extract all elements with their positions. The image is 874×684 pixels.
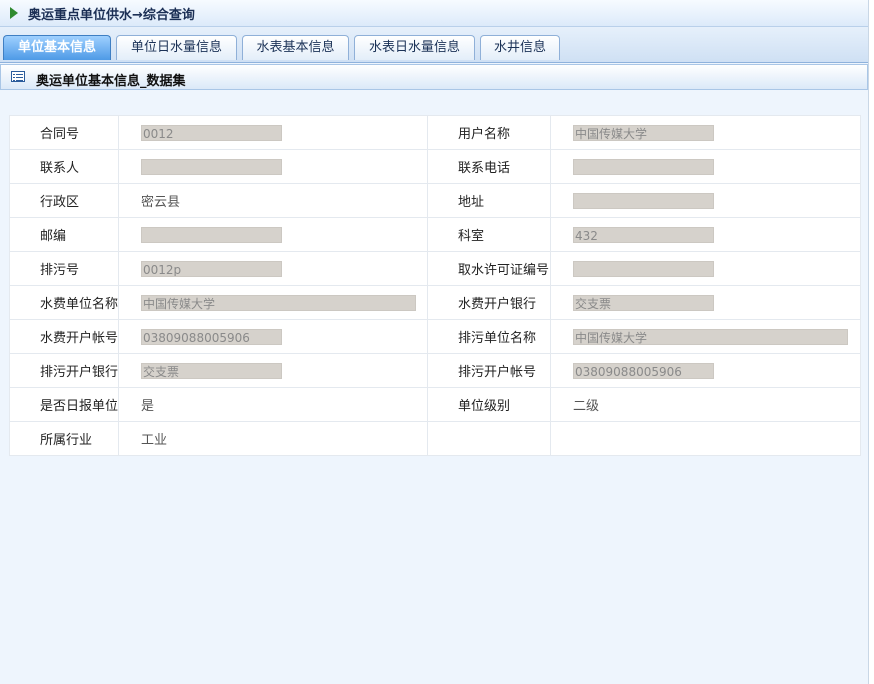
table-row: 排污号 0012p 取水许可证编号 [9,251,861,286]
sewage-bank-field[interactable]: 交支票 [141,362,282,379]
title-bar: 奥运重点单位供水→综合查询 [0,0,868,27]
table-row: 水费单位名称 中国传媒大学 水费开户银行 交支票 [9,285,861,320]
field-label: 水费单位名称 [9,285,119,320]
list-icon [11,71,25,82]
info-table: 合同号 0012 用户名称 中国传媒大学 联系人 联系电话 行政区 密云县 地址… [9,115,861,456]
field-label: 排污开户帐号 [427,353,551,388]
table-row: 排污开户银行 交支票 排污开户帐号 03809088005906 [9,353,861,388]
field-label: 地址 [427,183,551,218]
water-permit-field[interactable] [573,260,714,277]
table-row: 是否日报单位 是 单位级别 二级 [9,387,861,422]
field-label: 单位级别 [427,387,551,422]
tab-unit-daily-water[interactable]: 单位日水量信息 [116,35,237,60]
table-row: 行政区 密云县 地址 [9,183,861,218]
table-row: 合同号 0012 用户名称 中国传媒大学 [9,115,861,150]
industry-value: 工业 [118,421,428,456]
field-label: 排污单位名称 [427,319,551,354]
fee-bank-field[interactable]: 交支票 [573,294,714,311]
section-header: 奥运单位基本信息_数据集 [0,64,868,90]
scrollbar-edge [868,0,874,684]
fee-account-field[interactable]: 03809088005906 [141,328,282,345]
field-label: 取水许可证编号 [427,251,551,286]
empty-cell [427,421,551,456]
table-row: 所属行业 工业 [9,421,861,456]
tab-meter-daily-water[interactable]: 水表日水量信息 [354,35,475,60]
phone-field[interactable] [573,158,714,175]
table-row: 联系人 联系电话 [9,149,861,184]
field-label: 水费开户帐号 [9,319,119,354]
daily-report-value: 是 [118,387,428,422]
field-label: 联系人 [9,149,119,184]
empty-cell [550,421,861,456]
field-label: 是否日报单位 [9,387,119,422]
field-label: 排污开户银行 [9,353,119,388]
table-row: 邮编 科室 432 [9,217,861,252]
field-label: 所属行业 [9,421,119,456]
contact-field[interactable] [141,158,282,175]
sewage-unit-field[interactable]: 中国传媒大学 [573,328,848,345]
sewage-account-field[interactable]: 03809088005906 [573,362,714,379]
page-title: 奥运重点单位供水→综合查询 [28,8,195,23]
field-label: 排污号 [9,251,119,286]
tab-well-info[interactable]: 水井信息 [480,35,560,60]
field-label: 邮编 [9,217,119,252]
field-label: 水费开户银行 [427,285,551,320]
table-row: 水费开户帐号 03809088005906 排污单位名称 中国传媒大学 [9,319,861,354]
field-label: 合同号 [9,115,119,150]
field-label: 行政区 [9,183,119,218]
play-arrow-icon [10,7,18,19]
postcode-field[interactable] [141,226,282,243]
dept-field[interactable]: 432 [573,226,714,243]
level-value: 二级 [550,387,861,422]
address-field[interactable] [573,192,714,209]
contract-no-field[interactable]: 0012 [141,124,282,141]
fee-unit-field[interactable]: 中国传媒大学 [141,294,416,311]
section-title: 奥运单位基本信息_数据集 [36,74,186,89]
tab-unit-basic-info[interactable]: 单位基本信息 [3,35,111,60]
user-name-field[interactable]: 中国传媒大学 [573,124,714,141]
district-value: 密云县 [118,183,428,218]
tab-bar: 单位基本信息 单位日水量信息 水表基本信息 水表日水量信息 水井信息 [0,27,868,63]
field-label: 联系电话 [427,149,551,184]
field-label: 用户名称 [427,115,551,150]
sewage-no-field[interactable]: 0012p [141,260,282,277]
field-label: 科室 [427,217,551,252]
tab-meter-basic-info[interactable]: 水表基本信息 [242,35,349,60]
